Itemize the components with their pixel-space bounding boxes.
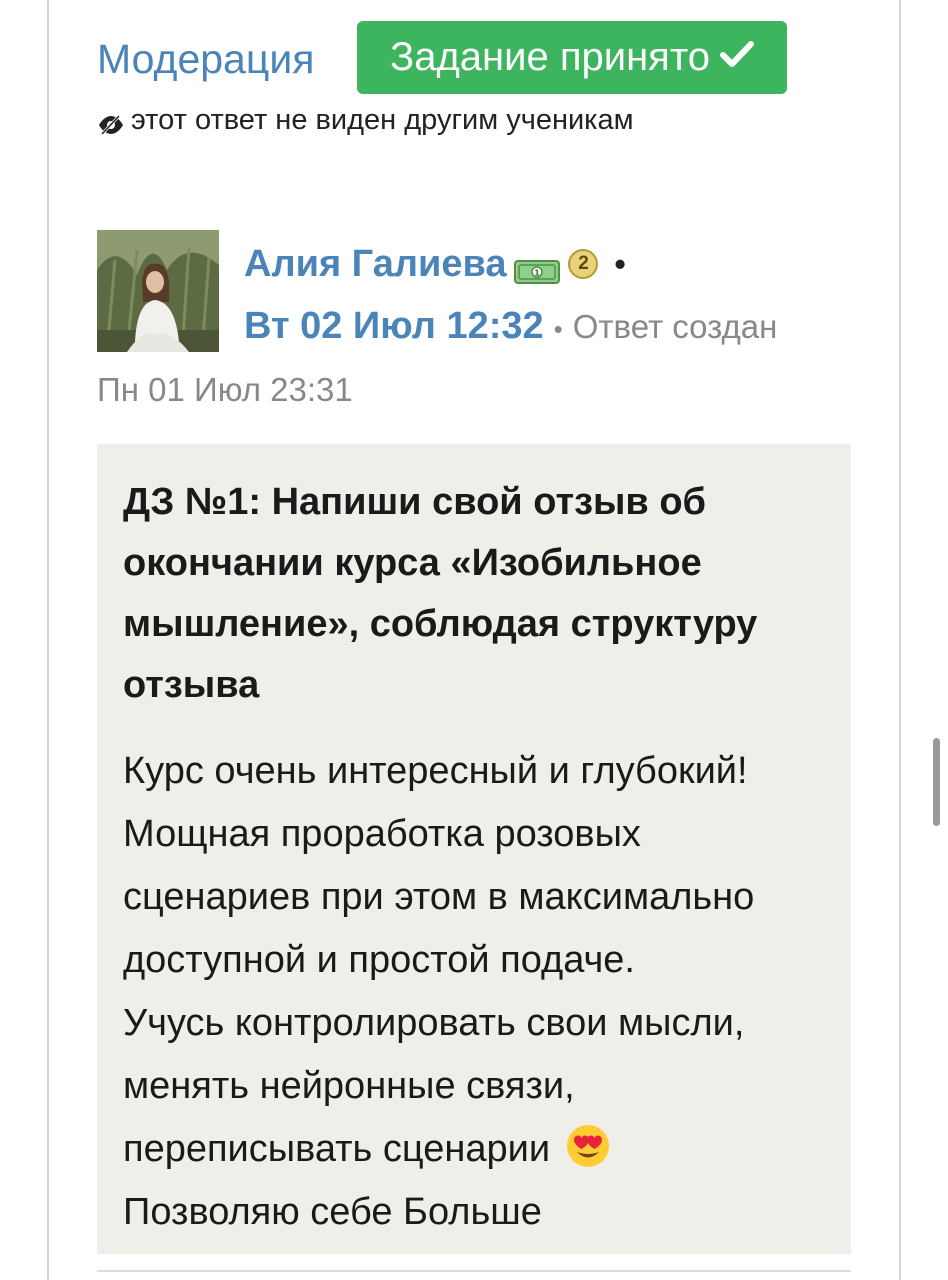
answer-line: переписывать сценарии <box>123 1128 551 1170</box>
money-bill-icon: 1 <box>514 250 561 284</box>
answer-box: ДЗ №1: Напиши свой отзыв об окончании ку… <box>97 444 851 1254</box>
task-title: ДЗ №1: Напиши свой отзыв об окончании ку… <box>123 481 758 706</box>
answer-line: Мощная проработка розовых <box>123 813 641 855</box>
created-label: Ответ создан <box>572 308 778 345</box>
divider <box>97 1270 851 1272</box>
separator-dot: • <box>614 246 626 282</box>
moderation-link[interactable]: Модерация <box>97 34 314 84</box>
level-badge: 2 <box>568 249 599 279</box>
answer-text: Курс очень интересный и глубокий! Мощная… <box>123 740 825 1244</box>
date-line: Вт 02 Июл 12:32 • Ответ создан <box>244 302 777 353</box>
check-icon <box>719 36 754 79</box>
heart-eyes-emoji-icon <box>565 1123 611 1169</box>
eye-off-icon <box>97 109 125 136</box>
separator-dot: • <box>553 314 563 344</box>
content-border-left <box>47 0 49 1280</box>
page: Модерация Задание принято этот ответ не … <box>0 0 948 1280</box>
answer-line: доступной и простой подаче. <box>123 939 635 981</box>
answer-line-with-emoji: переписывать сценарии <box>123 1118 825 1181</box>
visibility-note-text: этот ответ не виден другим ученикам <box>131 104 634 136</box>
author-name[interactable]: Алия Галиева <box>244 240 506 288</box>
answer-line: Курс очень интересный и глубокий! <box>123 750 748 792</box>
created-date: Пн 01 Июл 23:31 <box>97 371 353 408</box>
answer-line: Учусь контролировать свои мысли, <box>123 1002 745 1044</box>
visibility-note: этот ответ не виден другим ученикам <box>97 102 634 138</box>
task-accepted-badge[interactable]: Задание принято <box>357 21 787 94</box>
scrollbar[interactable] <box>933 738 940 826</box>
accepted-date[interactable]: Вт 02 Июл 12:32 <box>244 302 544 350</box>
answer-line: Позволяю себе Больше <box>123 1191 542 1233</box>
answer-line: менять нейронные связи, <box>123 1065 575 1107</box>
content-border-right <box>899 0 901 1280</box>
author-avatar[interactable] <box>97 230 219 352</box>
author-name-row: Алия Галиева 1 2 • <box>244 240 626 288</box>
svg-text:1: 1 <box>535 269 541 278</box>
answer-line: сценариев при этом в максимально <box>123 876 755 918</box>
task-accepted-label: Задание принято <box>390 35 710 79</box>
